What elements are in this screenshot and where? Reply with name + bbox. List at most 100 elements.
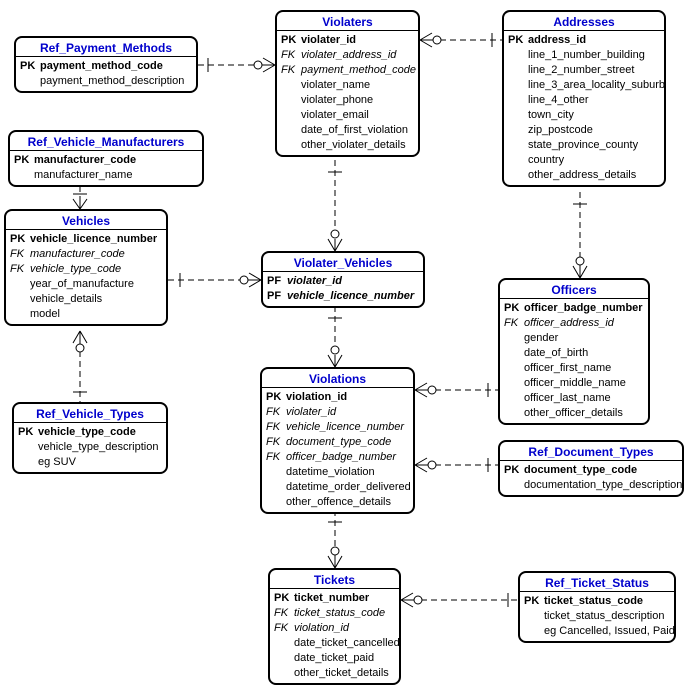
attribute-row: PKdocument_type_code	[500, 463, 682, 478]
attribute-name: country	[528, 153, 660, 168]
entity-attributes: PKpayment_method_codepayment_method_desc…	[16, 57, 196, 91]
attribute-row: FKviolater_id	[262, 405, 413, 420]
key-indicator	[20, 74, 40, 89]
attribute-name: violater_id	[301, 33, 414, 48]
key-indicator: FK	[281, 48, 301, 63]
attribute-name: line_3_area_locality_suburb	[528, 78, 665, 93]
attribute-row: FKvehicle_licence_number	[262, 420, 413, 435]
key-indicator: PK	[18, 425, 38, 440]
attribute-name: gender	[524, 331, 644, 346]
key-indicator: PK	[14, 153, 34, 168]
attribute-name: other_offence_details	[286, 495, 409, 510]
attribute-name: vehicle_type_code	[30, 262, 162, 277]
key-indicator: PK	[504, 463, 524, 478]
key-indicator	[524, 609, 544, 624]
key-indicator	[274, 636, 294, 651]
attribute-name: ticket_status_code	[294, 606, 395, 621]
attribute-name: vehicle_licence_number	[286, 420, 409, 435]
attribute-row: FKofficer_address_id	[500, 316, 648, 331]
entity-ref-ticket-status: Ref_Ticket_Status PKticket_status_codeti…	[518, 571, 676, 643]
entity-attributes: PFviolater_idPFvehicle_licence_number	[263, 272, 423, 306]
key-indicator	[274, 666, 294, 681]
entity-attributes: PKviolater_idFKviolater_address_idFKpaym…	[277, 31, 418, 155]
entity-officers: Officers PKofficer_badge_numberFKofficer…	[498, 278, 650, 425]
attribute-row: line_4_other	[504, 93, 664, 108]
attribute-row: violater_name	[277, 78, 418, 93]
key-indicator	[504, 361, 524, 376]
entity-title: Addresses	[504, 12, 664, 31]
entity-attributes: PKticket_numberFKticket_status_codeFKvio…	[270, 589, 399, 683]
attribute-name: other_violater_details	[301, 138, 414, 153]
attribute-name: documentation_type_description	[524, 478, 682, 493]
key-indicator: FK	[266, 450, 286, 465]
attribute-name: document_type_code	[286, 435, 409, 450]
key-indicator	[508, 138, 528, 153]
key-indicator	[508, 168, 528, 183]
attribute-name: address_id	[528, 33, 660, 48]
key-indicator: FK	[266, 420, 286, 435]
attribute-name: payment_method_description	[40, 74, 192, 89]
entity-attributes: PKticket_status_codeticket_status_descri…	[520, 592, 674, 641]
attribute-row: other_ticket_details	[270, 666, 399, 681]
attribute-row: line_2_number_street	[504, 63, 664, 78]
attribute-row: eg Cancelled, Issued, Paid	[520, 624, 674, 639]
entity-title: Ref_Payment_Methods	[16, 38, 196, 57]
entity-attributes: PKmanufacturer_codemanufacturer_name	[10, 151, 202, 185]
attribute-row: vehicle_type_description	[14, 440, 166, 455]
attribute-name: date_ticket_cancelled	[294, 636, 400, 651]
key-indicator	[10, 277, 30, 292]
attribute-name: violater_email	[301, 108, 414, 123]
attribute-row: zip_postcode	[504, 123, 664, 138]
attribute-row: town_city	[504, 108, 664, 123]
key-indicator: FK	[274, 621, 294, 636]
attribute-row: FKviolation_id	[270, 621, 399, 636]
attribute-row: other_offence_details	[262, 495, 413, 510]
entity-ref-payment-methods: Ref_Payment_Methods PKpayment_method_cod…	[14, 36, 198, 93]
key-indicator	[504, 406, 524, 421]
attribute-name: payment_method_code	[301, 63, 416, 78]
attribute-row: FKviolater_address_id	[277, 48, 418, 63]
key-indicator	[508, 123, 528, 138]
attribute-name: officer_middle_name	[524, 376, 644, 391]
attribute-row: PKmanufacturer_code	[10, 153, 202, 168]
key-indicator	[266, 480, 286, 495]
key-indicator	[504, 346, 524, 361]
attribute-name: model	[30, 307, 162, 322]
attribute-row: FKpayment_method_code	[277, 63, 418, 78]
attribute-row: PFvehicle_licence_number	[263, 289, 423, 304]
entity-violaters: Violaters PKviolater_idFKviolater_addres…	[275, 10, 420, 157]
attribute-name: officer_address_id	[524, 316, 644, 331]
attribute-row: violater_phone	[277, 93, 418, 108]
attribute-name: date_of_first_violation	[301, 123, 414, 138]
entity-ref-vehicle-types: Ref_Vehicle_Types PKvehicle_type_codeveh…	[12, 402, 168, 474]
attribute-name: other_officer_details	[524, 406, 644, 421]
attribute-name: eg Cancelled, Issued, Paid	[544, 624, 675, 639]
key-indicator: PK	[281, 33, 301, 48]
key-indicator	[504, 391, 524, 406]
attribute-row: PKticket_status_code	[520, 594, 674, 609]
entity-violations: Violations PKviolation_idFKviolater_idFK…	[260, 367, 415, 514]
attribute-row: officer_middle_name	[500, 376, 648, 391]
key-indicator	[508, 48, 528, 63]
key-indicator	[281, 108, 301, 123]
key-indicator	[10, 307, 30, 322]
attribute-row: year_of_manufacture	[6, 277, 166, 292]
attribute-row: line_3_area_locality_suburb	[504, 78, 664, 93]
attribute-row: vehicle_details	[6, 292, 166, 307]
attribute-name: ticket_status_description	[544, 609, 670, 624]
attribute-name: violation_id	[286, 390, 409, 405]
key-indicator	[281, 138, 301, 153]
key-indicator	[274, 651, 294, 666]
attribute-row: officer_last_name	[500, 391, 648, 406]
entity-title: Vehicles	[6, 211, 166, 230]
attribute-row: date_ticket_paid	[270, 651, 399, 666]
entity-violater-vehicles: Violater_Vehicles PFviolater_idPFvehicle…	[261, 251, 425, 308]
attribute-row: PKaddress_id	[504, 33, 664, 48]
attribute-row: line_1_number_building	[504, 48, 664, 63]
key-indicator: FK	[504, 316, 524, 331]
attribute-name: other_ticket_details	[294, 666, 395, 681]
entity-attributes: PKaddress_idline_1_number_buildingline_2…	[504, 31, 664, 185]
key-indicator	[281, 123, 301, 138]
attribute-row: country	[504, 153, 664, 168]
attribute-row: model	[6, 307, 166, 322]
